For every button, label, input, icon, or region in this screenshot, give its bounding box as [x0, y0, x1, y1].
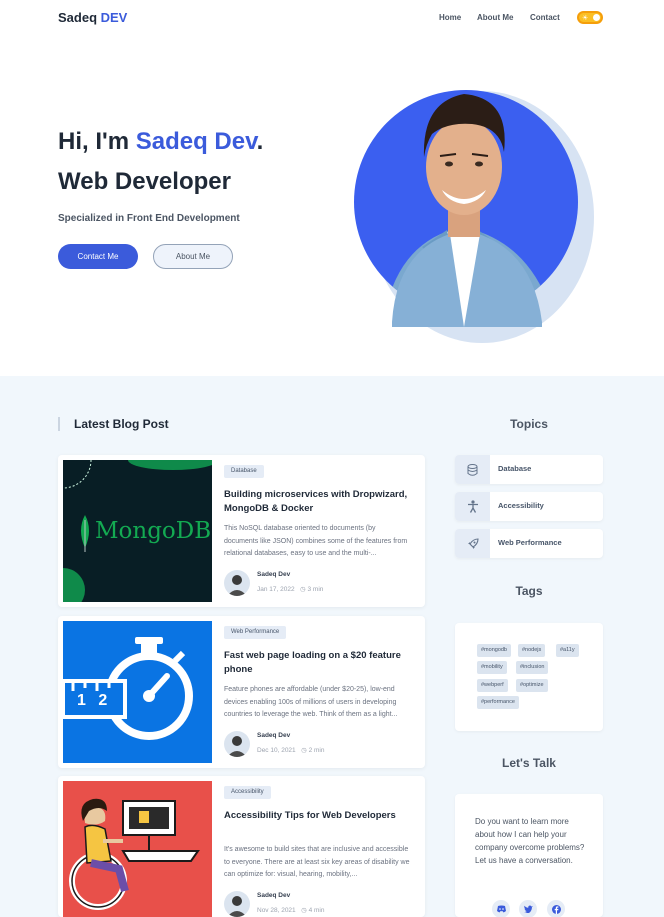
tag-chip[interactable]: #webperf: [477, 679, 508, 692]
tag-chip[interactable]: #mongodb: [477, 644, 511, 657]
topic-label: Accessibility: [498, 501, 544, 510]
hero-role: Web Developer: [58, 168, 231, 195]
post-excerpt: This NoSQL database oriented to document…: [224, 525, 408, 557]
topic-accessibility[interactable]: Accessibility: [455, 492, 603, 521]
post-thumbnail-stopwatch: 1 2: [63, 621, 212, 763]
blog-card[interactable]: MongoDB. Database Building microservices…: [58, 455, 425, 607]
author-avatar: [224, 570, 250, 596]
accessibility-icon: [455, 492, 490, 521]
lets-talk-heading: Let's Talk: [502, 756, 556, 770]
clock-icon: ◷: [300, 586, 306, 593]
tag-chip[interactable]: #a11y: [556, 644, 579, 657]
clock-icon: ◷: [301, 907, 307, 914]
rocket-icon: [455, 529, 490, 558]
blog-card[interactable]: Accessibility Accessibility Tips for Web…: [58, 776, 425, 917]
hero-greeting: Hi, I'm Sadeq Dev.: [58, 128, 264, 155]
topic-label: Database: [498, 464, 532, 473]
post-author: Sadeq Dev: [257, 571, 291, 578]
post-author: Sadeq Dev: [257, 732, 291, 739]
hero-subtitle: Specialized in Front End Development: [58, 213, 240, 224]
site-header: Sadeq DEV Home About Me Contact ☀: [0, 0, 664, 36]
ruler-numbers: 1 2: [77, 692, 112, 709]
tag-chip[interactable]: #inclusion: [516, 661, 549, 674]
post-author: Sadeq Dev: [257, 892, 291, 899]
post-title[interactable]: Accessibility Tips for Web Developers: [224, 809, 420, 823]
latest-blog-heading: Latest Blog Post: [58, 417, 169, 431]
tag-chip[interactable]: #performance: [477, 696, 519, 709]
sun-icon: ☀: [582, 15, 589, 22]
author-avatar: [224, 891, 250, 917]
hero-portrait: [354, 90, 594, 343]
topics-heading: Topics: [510, 417, 548, 431]
post-tag[interactable]: Accessibility: [224, 786, 271, 799]
toggle-knob: [593, 14, 600, 21]
blog-card[interactable]: 1 2 Web Performance Fast web page loadin…: [58, 616, 425, 768]
author-avatar: [224, 731, 250, 757]
post-thumbnail-accessibility: [63, 781, 212, 917]
contact-me-button[interactable]: Contact Me: [58, 244, 138, 269]
clock-icon: ◷: [301, 747, 307, 754]
theme-toggle[interactable]: ☀: [577, 11, 603, 24]
nav-home[interactable]: Home: [439, 13, 461, 22]
post-tag[interactable]: Web Performance: [224, 626, 287, 639]
topic-label: Web Performance: [498, 538, 562, 547]
twitter-icon[interactable]: [519, 900, 537, 917]
post-excerpt: It's awesome to build sites that are inc…: [224, 846, 410, 878]
tag-chip[interactable]: #nodejs: [518, 644, 546, 657]
nav-about-me[interactable]: About Me: [477, 13, 513, 22]
facebook-icon[interactable]: [547, 900, 565, 917]
tags-heading: Tags: [515, 584, 543, 598]
site-logo[interactable]: Sadeq DEV: [58, 10, 127, 25]
post-meta: Jan 17, 2022 ◷ 3 min: [257, 586, 324, 593]
post-title[interactable]: Fast web page loading on a $20 feature p…: [224, 649, 420, 677]
mongodb-logo-text: MongoDB.: [95, 518, 212, 544]
nav-contact[interactable]: Contact: [530, 13, 560, 22]
post-title[interactable]: Building microservices with Dropwizard, …: [224, 488, 420, 516]
database-icon: [455, 455, 490, 484]
about-me-button[interactable]: About Me: [153, 244, 233, 269]
topic-web-performance[interactable]: Web Performance: [455, 529, 603, 558]
post-meta: Dec 10, 2021 ◷ 2 min: [257, 747, 325, 754]
tag-chip[interactable]: #mobility: [477, 661, 507, 674]
post-meta: Nov 28, 2021 ◷ 4 min: [257, 907, 325, 914]
lets-talk-text: Do you want to learn more about how I ca…: [475, 817, 585, 865]
lets-talk-card: Do you want to learn more about how I ca…: [455, 794, 603, 917]
post-excerpt: Feature phones are affordable (under $20…: [224, 686, 398, 718]
post-thumbnail-mongodb: MongoDB.: [63, 460, 212, 602]
discord-icon[interactable]: [492, 900, 510, 917]
tags-card: #mongodb #nodejs #a11y #mobility #inclus…: [455, 623, 603, 731]
post-tag[interactable]: Database: [224, 465, 264, 478]
topic-database[interactable]: Database: [455, 455, 603, 484]
tag-chip[interactable]: #optimize: [516, 679, 548, 692]
